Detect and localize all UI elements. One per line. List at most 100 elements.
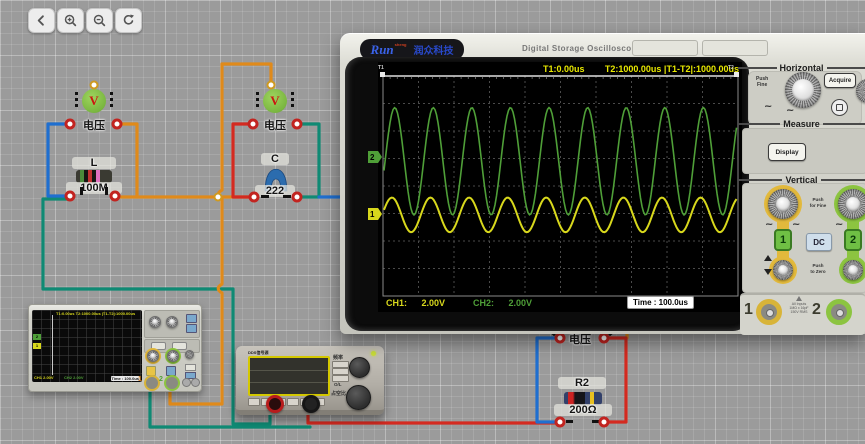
inductor-name: L — [72, 157, 116, 169]
brand-logo-super: sheng — [395, 42, 407, 47]
mini-scope-button-f[interactable] — [185, 364, 196, 371]
ch1-enable-button[interactable]: 1 — [774, 229, 792, 251]
mini-scope-aux-port1[interactable] — [182, 378, 191, 387]
back-button[interactable] — [28, 8, 55, 33]
generator-button-c[interactable] — [332, 375, 349, 382]
refresh-icon — [121, 13, 136, 28]
mini-scope-button-blue1[interactable] — [186, 314, 197, 323]
zoom-out-button[interactable] — [86, 8, 113, 33]
mini-scope-bnc2-label: 2 — [159, 376, 163, 383]
ch1-readout-value: 2.00V — [422, 298, 446, 308]
voltmeter2-top-pin[interactable] — [267, 81, 276, 90]
mini-scope-knob-b-cap — [169, 319, 175, 325]
wire-red-voltmeter2[interactable] — [233, 124, 256, 197]
voltmeter3-terminal-right[interactable] — [599, 333, 610, 344]
cursor-t1-label: T1 — [378, 65, 384, 71]
fine-label: Fine — [756, 82, 768, 88]
mini-scope-bnc1[interactable] — [144, 375, 160, 391]
mini-oscilloscope[interactable]: T1:0.00us T2:1000.00us |T1-T2|:1000.00us… — [28, 302, 208, 394]
voltmeter1-gauge[interactable]: V — [82, 89, 106, 113]
generator-button-b[interactable] — [332, 368, 349, 375]
sine-symbol-4: ~ — [792, 219, 800, 230]
generator-screen-line2 — [250, 382, 328, 383]
mini-scope-top-text: T1:0.00us T2:1000.00us |T1-T2|:1000.00us — [56, 311, 140, 316]
bnc1-connector-pin — [766, 309, 774, 317]
mini-scope-aux-port2[interactable] — [191, 378, 200, 387]
push-to-zero-label: Push to Zero — [799, 263, 837, 274]
generator-terminal-positive[interactable] — [266, 395, 284, 413]
inductor-terminal-right[interactable] — [110, 191, 121, 202]
divider — [821, 179, 865, 181]
voltmeter1-left-lead — [75, 92, 78, 110]
acquire-button[interactable]: Acquire — [824, 73, 856, 88]
generator-button-a[interactable] — [332, 361, 349, 368]
mini-scope-marker-ch2: 2 — [33, 334, 41, 340]
cursor-t1-handle[interactable] — [380, 72, 385, 77]
capacitor-name: C — [261, 153, 289, 165]
model-text: Digital Storage Oscilloscope — [522, 44, 642, 53]
generator-terminal-negative[interactable] — [302, 395, 320, 413]
divider — [738, 67, 777, 69]
ch1-scale-knob-cap — [776, 197, 790, 211]
generator-softkey-1[interactable] — [248, 398, 260, 406]
voltmeter2-gauge[interactable]: V — [263, 89, 287, 113]
zoom-out-icon — [92, 13, 107, 28]
zoom-in-icon — [63, 13, 78, 28]
circuit-workspace: V 电压 L 100M V 电压 C 222 电压 R2 200Ω T1:0.0… — [0, 0, 865, 444]
sine-symbol-2: ~ — [786, 105, 794, 116]
voltmeter1-top-pin[interactable] — [90, 81, 99, 90]
voltmeter3-terminal-left[interactable] — [555, 333, 566, 344]
menu-button-glyph — [836, 104, 843, 111]
mini-scope-trigger-line — [52, 315, 53, 375]
resistor-terminal-left[interactable] — [555, 417, 566, 428]
bnc2-label: 2 — [812, 301, 821, 319]
generator-knob-bottom[interactable] — [346, 385, 371, 410]
warning-line3: 150V RMS — [786, 310, 812, 314]
refresh-button[interactable] — [115, 8, 142, 33]
brand-logo-script: Run — [371, 42, 394, 58]
mini-scope-button-blue2[interactable] — [186, 324, 197, 333]
ch2-readout: CH2: 2.00V — [473, 298, 532, 308]
zoom-in-button[interactable] — [57, 8, 84, 33]
capacitor-lead-left — [261, 195, 269, 198]
generator-knob-top[interactable] — [349, 357, 370, 378]
oscilloscope[interactable]: Run sheng 润众科技 Digital Storage Oscillosc… — [340, 33, 865, 333]
inductor-terminal-left[interactable] — [65, 191, 76, 202]
capacitor-lead-right — [283, 195, 291, 198]
generator-duty-label: 占空比 — [331, 390, 346, 397]
orange-junction-pin[interactable] — [214, 193, 223, 202]
top-slot-1 — [632, 40, 698, 56]
top-slot-2 — [702, 40, 768, 56]
horizontal-scale-knob-cap — [792, 79, 814, 101]
horizontal-menu-button[interactable] — [831, 99, 848, 116]
voltmeter1-terminal-right[interactable] — [112, 119, 123, 130]
bnc2-connector-pin — [836, 309, 844, 317]
generator-softkey-4[interactable] — [287, 398, 299, 406]
voltmeter2-right-lead — [291, 92, 294, 110]
voltmeter2-terminal-right[interactable] — [292, 119, 303, 130]
wire-orange-top[interactable] — [222, 64, 271, 84]
mini-scope-small-knob-e[interactable] — [185, 350, 194, 359]
capacitor-terminal-right[interactable] — [292, 192, 303, 203]
brand-logo-cn: 润众科技 — [413, 42, 453, 57]
resistor-terminal-right[interactable] — [599, 417, 610, 428]
wire-teal-voltmeter2[interactable] — [297, 124, 319, 197]
signal-generator[interactable]: DDS信号源 频率 O/L 占空比 — [236, 344, 386, 416]
resistor-name: R2 — [558, 377, 606, 389]
ch1-readout: CH1: 2.00V — [386, 298, 445, 308]
mini-scope-marker-ch1: 1 — [33, 343, 41, 349]
mini-scope-time-text: Time : 100.0us — [111, 376, 141, 381]
inductor-lead-right — [105, 187, 108, 195]
voltmeter1-terminal-left[interactable] — [65, 119, 76, 130]
ch2-position-knob-cap — [848, 265, 858, 275]
display-button[interactable]: Display — [768, 143, 806, 161]
mini-scope-bnc2[interactable] — [164, 375, 180, 391]
dc-coupling-button[interactable]: DC — [806, 233, 832, 251]
input-warning: All Inputs 1MΩ x 16pF 150V RMS — [786, 296, 812, 314]
capacitor-terminal-left[interactable] — [249, 192, 260, 203]
ch2-enable-button[interactable]: 2 — [844, 229, 862, 251]
voltmeter1-right-lead — [110, 92, 113, 110]
resistor-lead-left — [566, 420, 573, 423]
divider — [738, 179, 782, 181]
voltmeter2-terminal-left[interactable] — [248, 119, 259, 130]
